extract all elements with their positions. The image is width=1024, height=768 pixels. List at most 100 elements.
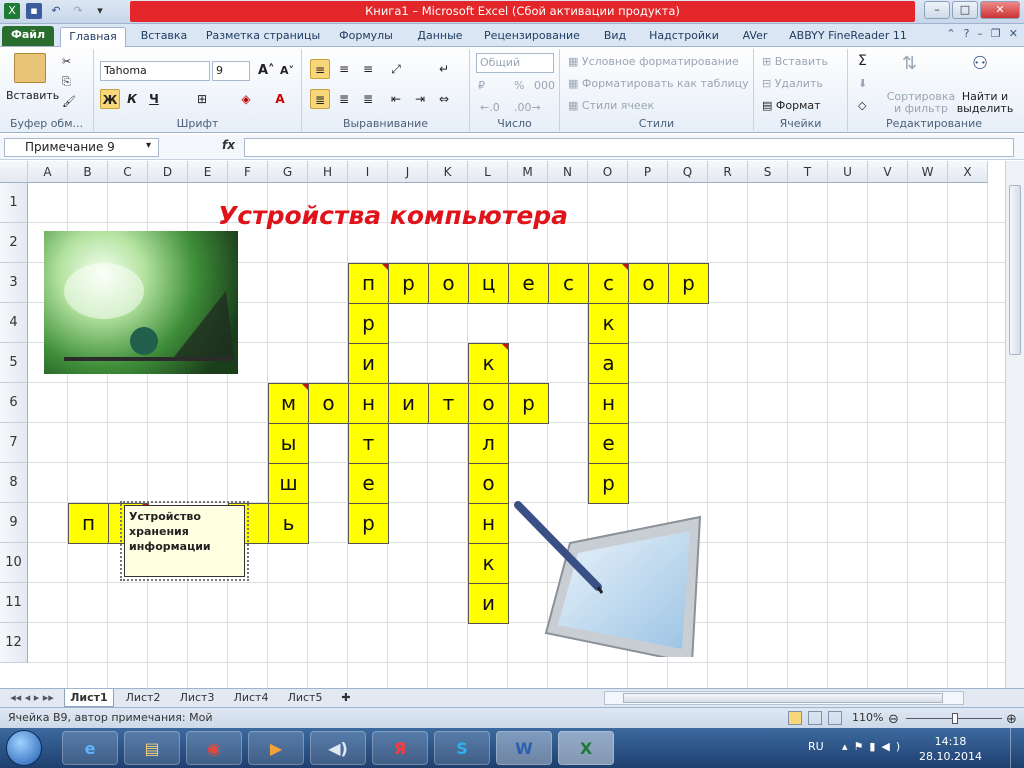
paste-icon[interactable]	[14, 53, 46, 83]
currency-icon[interactable]: ₽	[478, 79, 485, 92]
crossword-cell[interactable]: н	[348, 383, 389, 424]
delete-cells-button[interactable]: ⊟ Удалить	[762, 77, 823, 90]
crossword-cell[interactable]: е	[348, 463, 389, 504]
row-header[interactable]: 6	[0, 383, 28, 423]
column-header[interactable]: T	[788, 161, 828, 183]
column-header[interactable]: H	[308, 161, 348, 183]
column-header[interactable]: J	[388, 161, 428, 183]
shrink-font-icon[interactable]: A˅	[280, 64, 294, 77]
font-size-select[interactable]: 9	[212, 61, 250, 81]
crossword-cell[interactable]: р	[348, 303, 389, 344]
row-header[interactable]: 2	[0, 223, 28, 263]
borders-icon[interactable]: ⊞	[192, 89, 212, 109]
crossword-cell[interactable]: ш	[268, 463, 309, 504]
crossword-cell[interactable]: ь	[268, 503, 309, 544]
align-bottom-icon[interactable]: ≡	[358, 59, 378, 79]
taskbar-yandex-icon[interactable]: Я	[372, 731, 428, 765]
crossword-cell[interactable]: е	[588, 423, 629, 464]
decrease-indent-icon[interactable]: ⇤	[386, 89, 406, 109]
window-restore-icon[interactable]: ❐	[991, 27, 1001, 40]
crossword-cell[interactable]: и	[348, 343, 389, 384]
vertical-scrollbar[interactable]	[1005, 161, 1024, 688]
crossword-cell[interactable]: п	[348, 263, 389, 304]
crossword-cell[interactable]: т	[428, 383, 469, 424]
crossword-cell[interactable]: е	[508, 263, 549, 304]
crossword-cell[interactable]: о	[428, 263, 469, 304]
minimize-button[interactable]: –	[924, 1, 950, 19]
column-header[interactable]: W	[908, 161, 948, 183]
row-header[interactable]: 9	[0, 503, 28, 543]
column-header[interactable]: N	[548, 161, 588, 183]
window-close-icon[interactable]: ✕	[1009, 27, 1018, 40]
column-header[interactable]: I	[348, 161, 388, 183]
sheet-tab-4[interactable]: Лист4	[226, 689, 276, 707]
column-header[interactable]: X	[948, 161, 988, 183]
sheet-tab-3[interactable]: Лист3	[172, 689, 222, 707]
format-as-table-button[interactable]: ▦ Форматировать как таблицу	[568, 77, 749, 90]
tab-addins[interactable]: Надстройки	[644, 27, 724, 47]
save-icon[interactable]: ▪	[26, 3, 42, 19]
zoom-level[interactable]: 110%	[852, 708, 883, 728]
align-middle-icon[interactable]: ≡	[334, 59, 354, 79]
help-icon[interactable]: ?	[964, 27, 970, 40]
crossword-cell[interactable]: ы	[268, 423, 309, 464]
thousands-button[interactable]: 000	[534, 79, 555, 92]
row-header[interactable]: 1	[0, 183, 28, 223]
start-button-icon[interactable]	[6, 730, 42, 766]
column-header[interactable]: C	[108, 161, 148, 183]
new-sheet-icon[interactable]: ✚	[336, 689, 356, 707]
name-box-dropdown-icon[interactable]: ▾	[146, 140, 151, 151]
worksheet-grid[interactable]: ABCDEFGHIJKLMNOPQRSTUVWX 1 2 3 4 5 6 7 8 9 10 11 12…	[0, 161, 1005, 688]
crossword-cell[interactable]: о	[308, 383, 349, 424]
cell-comment-box[interactable]: Устройство хранения информации	[120, 501, 249, 581]
column-header[interactable]: Q	[668, 161, 708, 183]
minimize-ribbon-icon[interactable]: ⌃	[946, 27, 955, 40]
sort-filter-icon[interactable]: ⇅	[902, 53, 917, 74]
crossword-cell[interactable]: н	[588, 383, 629, 424]
crossword-cell[interactable]: к	[468, 343, 509, 384]
tab-home[interactable]: Главная	[60, 27, 126, 47]
row-header[interactable]: 8	[0, 463, 28, 503]
column-header[interactable]: P	[628, 161, 668, 183]
tab-aver[interactable]: AVer	[734, 27, 776, 47]
crossword-cell[interactable]: т	[348, 423, 389, 464]
font-color-icon[interactable]: A	[270, 89, 290, 109]
tab-formulas[interactable]: Формулы	[332, 27, 400, 47]
increase-indent-icon[interactable]: ⇥	[410, 89, 430, 109]
column-header[interactable]: E	[188, 161, 228, 183]
sheet-nav-arrows[interactable]: ◂◂ ◂ ▸ ▸▸	[4, 689, 60, 707]
crossword-cell[interactable]: р	[348, 503, 389, 544]
column-header[interactable]: S	[748, 161, 788, 183]
insert-cells-button[interactable]: ⊞ Вставить	[762, 55, 828, 68]
customize-qat-icon[interactable]: ▾	[92, 3, 108, 19]
crossword-cell[interactable]: о	[468, 463, 509, 504]
tab-insert[interactable]: Вставка	[134, 27, 194, 47]
column-header[interactable]: A	[28, 161, 68, 183]
copy-icon[interactable]: ⎘	[62, 75, 71, 89]
taskbar-explorer-icon[interactable]: ▤	[124, 731, 180, 765]
fill-icon[interactable]: ⬇	[858, 77, 867, 90]
font-name-select[interactable]: Tahoma	[100, 61, 210, 81]
undo-icon[interactable]: ↶	[48, 3, 64, 19]
crossword-cell[interactable]: и	[468, 583, 509, 624]
crossword-cell[interactable]: р	[508, 383, 549, 424]
redo-icon[interactable]: ↷	[70, 3, 86, 19]
horizontal-scroll-thumb[interactable]	[623, 693, 943, 703]
zoom-slider-handle[interactable]	[952, 713, 958, 724]
sheet-tab-5[interactable]: Лист5	[280, 689, 330, 707]
zoom-in-icon[interactable]: ⊕	[1006, 710, 1017, 730]
taskbar-volume-app-icon[interactable]: ◀)	[310, 731, 366, 765]
insert-function-button[interactable]: fx	[222, 138, 235, 152]
show-desktop-button[interactable]	[1010, 728, 1024, 768]
decrease-decimal-icon[interactable]: .00→	[514, 101, 541, 114]
vertical-scroll-thumb[interactable]	[1009, 185, 1021, 355]
merge-center-icon[interactable]: ⇔	[434, 89, 454, 109]
column-header[interactable]: O	[588, 161, 628, 183]
taskbar-chrome-icon[interactable]: ◉	[186, 731, 242, 765]
tablet-stylus-image[interactable]	[510, 497, 710, 665]
taskbar-word-icon[interactable]: W	[496, 731, 552, 765]
format-cells-button[interactable]: ▤ Формат	[762, 99, 821, 112]
tab-file[interactable]: Файл	[2, 26, 54, 46]
column-header[interactable]: U	[828, 161, 868, 183]
increase-decimal-icon[interactable]: ←.0	[480, 101, 500, 114]
